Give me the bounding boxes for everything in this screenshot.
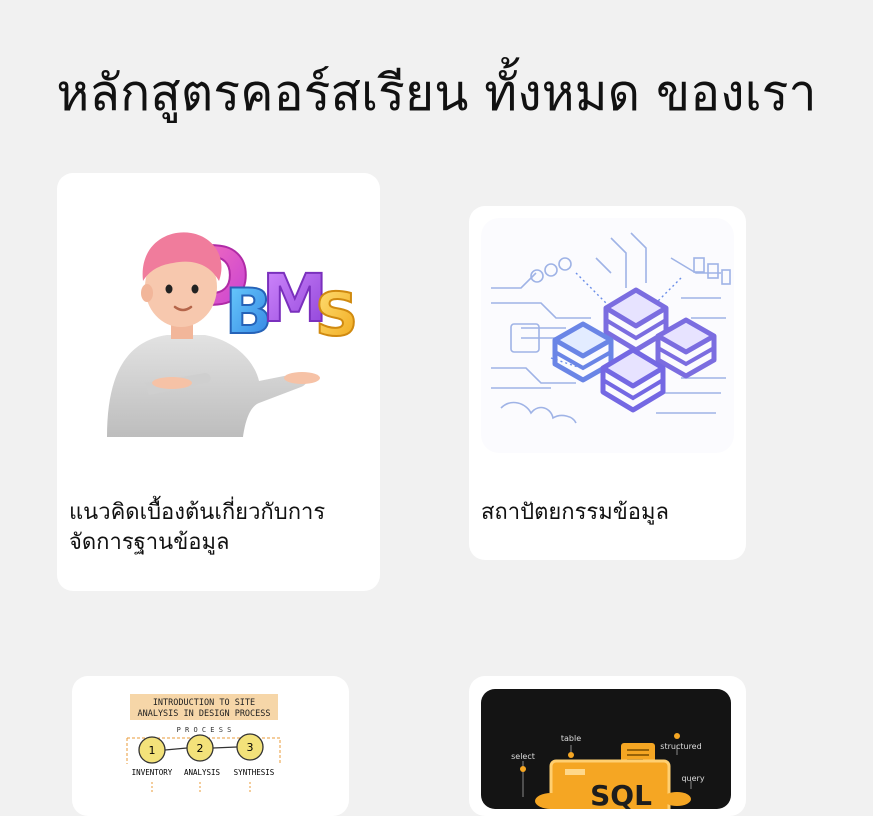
- course-thumbnail-data-architecture[interactable]: [481, 218, 734, 453]
- svg-text:SYNTHESIS: SYNTHESIS: [234, 768, 275, 777]
- sketch-heading: INTRODUCTION TO SITE: [153, 698, 255, 708]
- sketch-process-label: P R O C E S S: [177, 726, 232, 734]
- svg-text:table: table: [561, 734, 581, 743]
- svg-text:select: select: [511, 752, 535, 761]
- course-card-sql[interactable]: table select structured query SQL: [469, 676, 746, 816]
- sql-logo: SQL: [590, 779, 652, 809]
- course-card-data-architecture[interactable]: สถาปัตยกรรมข้อมูล: [469, 206, 746, 560]
- course-thumbnail-sql[interactable]: table select structured query SQL: [481, 689, 731, 809]
- course-card-site-analysis[interactable]: INTRODUCTION TO SITE ANALYSIS IN DESIGN …: [72, 676, 349, 816]
- svg-text:structured: structured: [660, 742, 701, 751]
- course-title[interactable]: แนวคิดเบื้องต้นเกี่ยวกับการจัดการฐานข้อม…: [69, 498, 370, 558]
- svg-text:2: 2: [197, 742, 204, 755]
- svg-text:ANALYSIS IN DESIGN PROCESS: ANALYSIS IN DESIGN PROCESS: [137, 709, 270, 719]
- page-title: หลักสูตรคอร์สเรียน ทั้งหมด ของเรา: [56, 63, 817, 122]
- svg-text:ANALYSIS: ANALYSIS: [184, 768, 221, 777]
- course-title[interactable]: สถาปัตยกรรมข้อมูล: [481, 498, 736, 528]
- svg-text:INVENTORY: INVENTORY: [132, 768, 173, 777]
- svg-text:3: 3: [247, 741, 254, 754]
- svg-text:query: query: [681, 774, 704, 783]
- course-card-dbms[interactable]: D B M S แนวคิดเบื้องต้นเกี่ยวกับการจัดกา…: [57, 173, 380, 591]
- course-thumbnail-site-analysis[interactable]: INTRODUCTION TO SITE ANALYSIS IN DESIGN …: [122, 690, 302, 800]
- course-thumbnail-dbms[interactable]: D B M S: [87, 223, 357, 438]
- svg-text:1: 1: [149, 744, 156, 757]
- dbms-letter-s: S: [315, 280, 357, 350]
